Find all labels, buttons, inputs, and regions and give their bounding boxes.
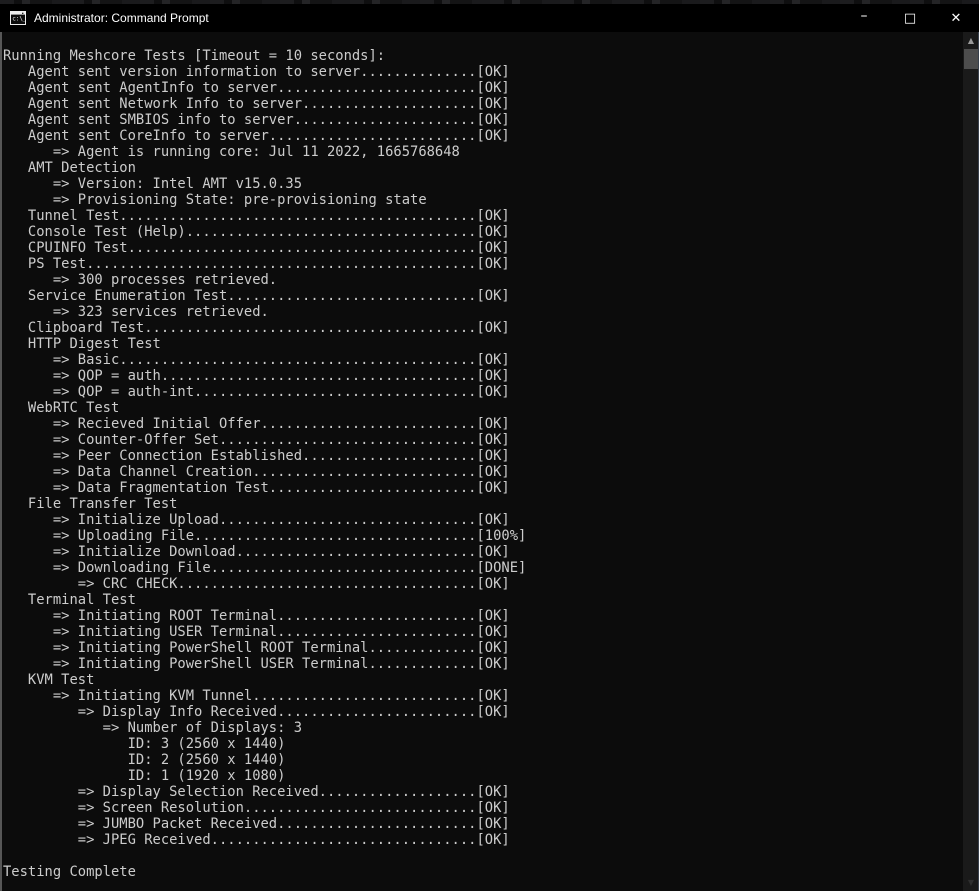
console-line: => Number of Displays: 3 — [3, 720, 963, 736]
console-line: Console Test (Help).....................… — [3, 224, 963, 240]
console-line: => QOP = auth-int.......................… — [3, 384, 963, 400]
console-line: Clipboard Test..........................… — [3, 320, 963, 336]
console-line: Agent sent Network Info to server.......… — [3, 96, 963, 112]
console-line — [3, 848, 963, 864]
title-bar: c:\_ Administrator: Command Prompt – □ ✕ — [0, 4, 979, 32]
console-line: => Version: Intel AMT v15.0.35 — [3, 176, 963, 192]
chevron-down-icon: ▼ — [968, 879, 974, 887]
console-line: => 300 processes retrieved. — [3, 272, 963, 288]
console-line: Agent sent version information to server… — [3, 64, 963, 80]
cmd-icon[interactable]: c:\_ — [10, 10, 26, 26]
console-line: => Screen Resolution....................… — [3, 800, 963, 816]
terminal-output[interactable]: Running Meshcore Tests [Timeout = 10 sec… — [0, 32, 963, 891]
scrollbar[interactable]: ▲ ▼ — [963, 32, 979, 891]
console-line: Tunnel Test.............................… — [3, 208, 963, 224]
console-line: => Initiating PowerShell ROOT Terminal..… — [3, 640, 963, 656]
console-line: Running Meshcore Tests [Timeout = 10 sec… — [3, 48, 963, 64]
console-line: => Provisioning State: pre-provisioning … — [3, 192, 963, 208]
console-line: => Initialize Upload....................… — [3, 512, 963, 528]
console-line: File Transfer Test — [3, 496, 963, 512]
maximize-button[interactable]: □ — [887, 4, 933, 32]
console-line: Agent sent SMBIOS info to server........… — [3, 112, 963, 128]
console-line: => Initiating KVM Tunnel................… — [3, 688, 963, 704]
console-line: Agent sent AgentInfo to server..........… — [3, 80, 963, 96]
console-line: => Data Fragmentation Test..............… — [3, 480, 963, 496]
console-line: => Display Selection Received...........… — [3, 784, 963, 800]
console-line: => Uploading File.......................… — [3, 528, 963, 544]
console-line: CPUINFO Test............................… — [3, 240, 963, 256]
console-line: => Peer Connection Established..........… — [3, 448, 963, 464]
console-line: ID: 3 (2560 x 1440) — [3, 736, 963, 752]
console-line: => Downloading File.....................… — [3, 560, 963, 576]
console-line: HTTP Digest Test — [3, 336, 963, 352]
console-line: => Initiating ROOT Terminal.............… — [3, 608, 963, 624]
console-line: Terminal Test — [3, 592, 963, 608]
window-controls: – □ ✕ — [841, 4, 979, 32]
console-line: => JUMBO Packet Received................… — [3, 816, 963, 832]
command-prompt-window: c:\_ Administrator: Command Prompt – □ ✕… — [0, 0, 979, 891]
scroll-up-button[interactable]: ▲ — [963, 32, 979, 49]
scrollbar-thumb[interactable] — [964, 49, 978, 69]
console-line: PS Test.................................… — [3, 256, 963, 272]
console-line: => CRC CHECK............................… — [3, 576, 963, 592]
console-line: Agent sent CoreInfo to server...........… — [3, 128, 963, 144]
console-line: => QOP = auth...........................… — [3, 368, 963, 384]
minimize-button[interactable]: – — [841, 4, 887, 32]
scroll-down-button[interactable]: ▼ — [963, 874, 979, 891]
console-line: => Initialize Download..................… — [3, 544, 963, 560]
console-line: WebRTC Test — [3, 400, 963, 416]
console-line: => Initiating PowerShell USER Terminal..… — [3, 656, 963, 672]
console-line: Service Enumeration Test................… — [3, 288, 963, 304]
console-line: => Agent is running core: Jul 11 2022, 1… — [3, 144, 963, 160]
console-line: KVM Test — [3, 672, 963, 688]
console-line: Testing Complete — [3, 864, 963, 880]
console-line: ID: 2 (2560 x 1440) — [3, 752, 963, 768]
console-line: ID: 1 (1920 x 1080) — [3, 768, 963, 784]
console-line: => Data Channel Creation................… — [3, 464, 963, 480]
maximize-icon: □ — [904, 12, 916, 25]
window-title: Administrator: Command Prompt — [34, 11, 209, 25]
console-line: => Initiating USER Terminal.............… — [3, 624, 963, 640]
minimize-icon: – — [861, 9, 868, 23]
chevron-up-icon: ▲ — [968, 37, 974, 45]
console-line: => Basic................................… — [3, 352, 963, 368]
console-line: AMT Detection — [3, 160, 963, 176]
close-button[interactable]: ✕ — [933, 4, 979, 32]
console-line: => JPEG Received........................… — [3, 832, 963, 848]
console-line: => Counter-Offer Set....................… — [3, 432, 963, 448]
console-line: => Recieved Initial Offer...............… — [3, 416, 963, 432]
close-icon: ✕ — [951, 12, 962, 25]
console-line: => Display Info Received................… — [3, 704, 963, 720]
console-line: => 323 services retrieved. — [3, 304, 963, 320]
svg-text:c:\_: c:\_ — [12, 16, 26, 23]
